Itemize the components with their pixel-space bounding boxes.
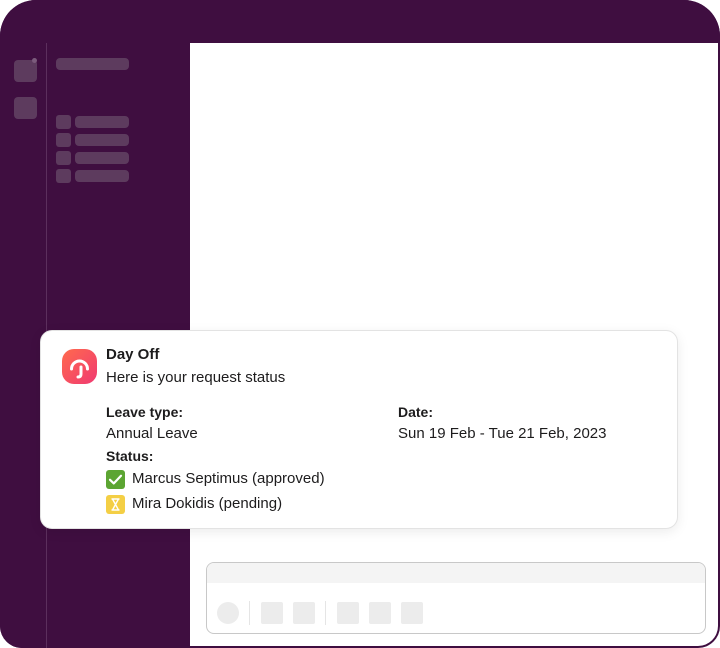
pending-approver-name: Mira Dokidis (pending) [132,495,283,512]
hourglass-icon [106,495,125,514]
workspace-icon-secondary[interactable] [14,97,37,119]
toolbar-divider [325,601,326,625]
status-label: Status: [106,448,154,464]
sidebar-item-placeholder[interactable] [75,170,129,182]
composer-input-area[interactable] [207,563,705,583]
list-format-icon[interactable] [369,602,391,624]
link-format-icon[interactable] [337,602,359,624]
sidebar-item-placeholder[interactable] [75,116,129,128]
workspace-name-placeholder[interactable] [56,58,129,70]
day-off-logo-icon[interactable] [62,349,97,384]
sidebar-item-placeholder[interactable] [75,152,129,164]
sidebar-item-placeholder[interactable] [75,134,129,146]
sidebar-item-icon [56,133,71,147]
app-window [0,0,720,648]
sidebar-item-icon [56,115,71,129]
sidebar-item-icon [56,169,71,183]
code-format-icon[interactable] [401,602,423,624]
toolbar-divider [249,601,250,625]
date-label: Date: [398,404,434,420]
day-off-message-card: Day Off Here is your request status Leav… [40,330,678,529]
leave-type-value: Annual Leave [106,425,198,442]
bold-format-icon[interactable] [261,602,283,624]
leave-type-label: Leave type: [106,404,184,420]
message-composer[interactable] [206,562,706,634]
date-value: Sun 19 Feb - Tue 21 Feb, 2023 [398,425,607,442]
message-subtitle: Here is your request status [106,369,286,386]
sidebar-item-icon [56,151,71,165]
title-bar [0,0,720,43]
app-name[interactable]: Day Off [106,346,159,364]
italic-format-icon[interactable] [293,602,315,624]
checkmark-icon [106,470,125,489]
notification-dot-icon [32,58,37,63]
approver-name: Marcus Septimus (approved) [132,470,325,487]
add-icon[interactable] [217,602,239,624]
workspace-icon[interactable] [14,60,37,82]
